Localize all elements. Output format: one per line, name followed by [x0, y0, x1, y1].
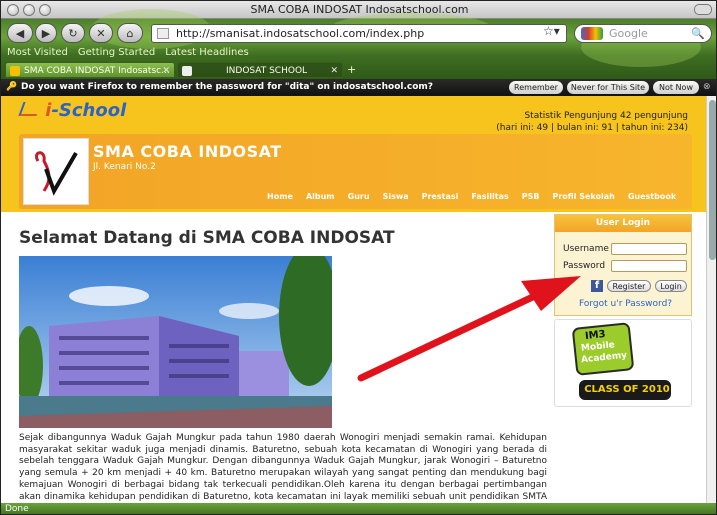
bookmark-getting-started[interactable]: Getting Started	[78, 46, 155, 60]
browser-window: SMA COBA INDOSAT Indosatschool.com ◀ ▶ ↻…	[0, 0, 717, 515]
username-input[interactable]	[611, 243, 687, 255]
menu-album[interactable]: Album	[306, 192, 335, 201]
search-magnifier-icon[interactable]: 🔍	[691, 25, 705, 42]
im3-academy-ad[interactable]: IM3 Mobile Academy CLASS OF 2010	[554, 319, 692, 407]
minimize-window-icon[interactable]	[23, 4, 35, 16]
ad-class: CLASS OF 2010	[584, 384, 670, 395]
school-banner: SMA COBA INDOSAT Jl. Kenari No.2 Home Al…	[19, 134, 692, 209]
tab-inactive[interactable]: INDOSAT SCHOOL ✕	[177, 62, 343, 78]
menu-guru[interactable]: Guru	[348, 192, 370, 201]
main-menu: Home Album Guru Siswa Prestasi Fasilitas…	[267, 192, 676, 201]
stop-button[interactable]: ✕	[89, 23, 113, 43]
status-bar: Done	[1, 503, 716, 514]
home-button[interactable]: ⌂	[117, 23, 143, 43]
book-logo-icon	[18, 102, 42, 116]
google-engine-icon[interactable]	[581, 27, 603, 40]
forward-button[interactable]: ▶	[35, 23, 57, 43]
vertical-scrollbar[interactable]	[706, 96, 716, 503]
reload-button[interactable]: ↻	[61, 23, 85, 43]
register-button[interactable]: Register	[607, 280, 651, 292]
menu-profil-sekolah[interactable]: Profil Sekolah	[552, 192, 614, 201]
facebook-icon[interactable]: f	[591, 280, 603, 292]
password-label: Password	[563, 261, 606, 271]
search-input[interactable]: Google 🔍	[574, 24, 712, 43]
password-notification-bar: 🔑 Do you want Firefox to remember the pa…	[1, 79, 716, 96]
tab-close-icon[interactable]: ✕	[330, 63, 338, 77]
web-page: i-School Statistik Pengunjung 42 pengunj…	[1, 96, 706, 503]
login-title: User Login	[555, 215, 691, 232]
tab-favicon-icon	[182, 66, 192, 76]
home-icon: ⌂	[126, 26, 134, 40]
menu-fasilitas[interactable]: Fasilitas	[471, 192, 508, 201]
page-title: Selamat Datang di SMA COBA INDOSAT	[19, 228, 395, 248]
bookmark-latest-headlines[interactable]: Latest Headlines	[165, 46, 249, 60]
bookmarks-toolbar: Most Visited Getting Started Latest Head…	[1, 46, 249, 60]
tab-favicon-icon	[10, 66, 20, 76]
visitor-statistics: Statistik Pengunjung 42 pengunjung (hari…	[496, 111, 688, 133]
intro-paragraph: Sejak dibangunnya Waduk Gajah Mungkur pa…	[19, 433, 547, 502]
tab-close-icon[interactable]: ✕	[162, 63, 170, 77]
back-button[interactable]: ◀	[7, 23, 33, 43]
new-tab-icon[interactable]: +	[347, 63, 356, 76]
close-bar-icon[interactable]: ⊗	[703, 79, 711, 96]
browser-toolbar: ◀ ▶ ↻ ✕ ⌂ http://smanisat.indosatschool.…	[1, 9, 716, 79]
close-window-icon[interactable]	[7, 4, 19, 16]
scrollbar-thumb[interactable]	[709, 100, 716, 260]
tab-label: SMA COBA INDOSAT Indosatsc...	[24, 66, 170, 76]
back-arrow-icon: ◀	[15, 26, 25, 40]
key-icon: 🔑	[6, 82, 18, 92]
password-input[interactable]	[611, 260, 687, 272]
never-for-this-site-button[interactable]: Never for This Site	[567, 81, 649, 94]
status-text: Done	[5, 504, 29, 514]
search-placeholder: Google	[609, 27, 648, 40]
site-header: i-School Statistik Pengunjung 42 pengunj…	[1, 96, 706, 212]
tab-active[interactable]: SMA COBA INDOSAT Indosatsc... ✕	[5, 62, 175, 78]
tab-label: INDOSAT SCHOOL	[226, 66, 308, 76]
username-label: Username	[563, 244, 609, 254]
login-button[interactable]: Login	[655, 280, 687, 292]
ad-im3: IM3	[584, 328, 607, 343]
stop-icon: ✕	[96, 26, 106, 40]
menu-prestasi[interactable]: Prestasi	[422, 192, 459, 201]
menu-guestbook[interactable]: Guestbook	[628, 192, 676, 201]
bookmark-most-visited[interactable]: Most Visited	[7, 46, 68, 60]
forward-arrow-icon: ▶	[41, 26, 51, 40]
reload-icon: ↻	[68, 26, 78, 40]
school-name: SMA COBA INDOSAT	[93, 142, 282, 161]
toolbar-toggle-icon[interactable]	[694, 4, 712, 15]
url-bar[interactable]: http://smanisat.indosatschool.com/index.…	[151, 24, 567, 43]
not-now-button[interactable]: Not Now	[653, 81, 699, 94]
forgot-password-link[interactable]: Forgot u'r Password?	[579, 299, 672, 309]
zoom-window-icon[interactable]	[39, 4, 51, 16]
login-box: User Login Username Password f Register …	[554, 214, 692, 316]
menu-home[interactable]: Home	[267, 192, 293, 201]
bookmark-star-icon[interactable]: ☆▾	[543, 24, 560, 38]
password-prompt: Do you want Firefox to remember the pass…	[21, 82, 433, 92]
school-address: Jl. Kenari No.2	[93, 162, 156, 172]
url-text: http://smanisat.indosatschool.com/index.…	[176, 27, 425, 40]
school-crest-logo	[23, 138, 89, 205]
tab-strip: SMA COBA INDOSAT Indosatsc... ✕ INDOSAT …	[1, 61, 716, 79]
remember-button[interactable]: Remember	[509, 81, 563, 94]
ischool-logo[interactable]: i-School	[18, 100, 126, 121]
menu-siswa[interactable]: Siswa	[383, 192, 409, 201]
menu-psb[interactable]: PSB	[522, 192, 540, 201]
school-building-photo	[19, 256, 332, 428]
site-favicon-icon	[157, 28, 169, 39]
